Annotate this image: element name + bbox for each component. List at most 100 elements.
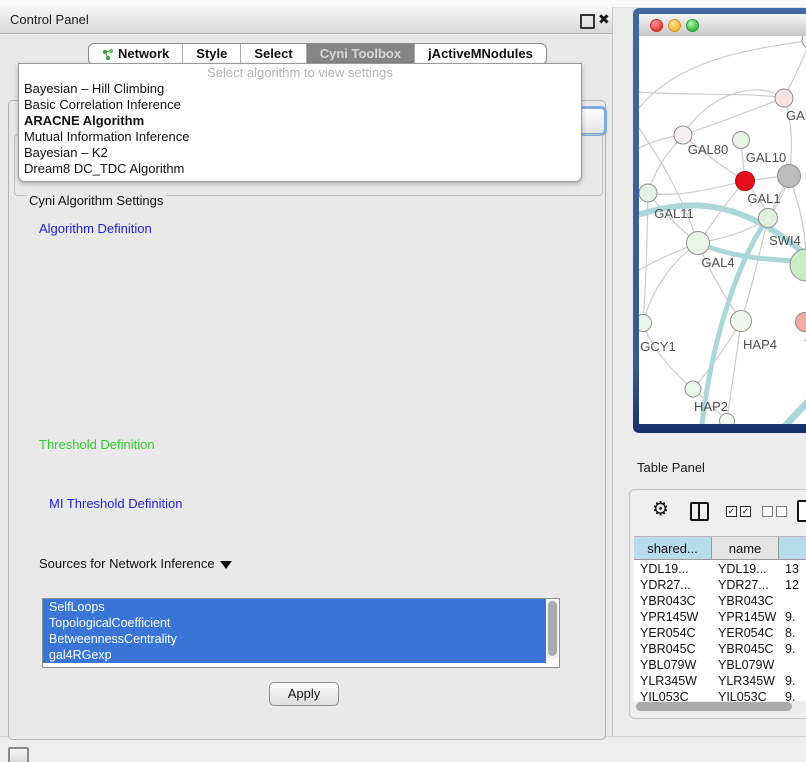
- split-columns-icon[interactable]: [690, 502, 709, 521]
- network-node-hap4[interactable]: [731, 311, 752, 332]
- table-cell: YLR345W: [718, 673, 779, 689]
- network-node-y[interactable]: [796, 313, 806, 332]
- table-row[interactable]: YPR145WYPR145W9.: [634, 609, 806, 625]
- algorithm-option-aracne-algorithm[interactable]: ARACNE Algorithm: [19, 113, 581, 129]
- control-panel-window: Control Panel ✖ NetworkStyleSelectCyni T…: [0, 7, 613, 736]
- tab-label: Style: [196, 44, 227, 64]
- tab-style[interactable]: Style: [182, 44, 240, 64]
- minimized-panel-icon[interactable]: [8, 747, 29, 762]
- network-node[interactable]: [720, 414, 735, 425]
- table-row[interactable]: YDL19...YDL19...13: [634, 561, 806, 577]
- minimize-traffic-light-icon[interactable]: [668, 19, 681, 32]
- checked-checkbox-icon[interactable]: ✓: [726, 506, 737, 517]
- algorithm-option-bayesian-hill-climbing[interactable]: Bayesian – Hill Climbing: [19, 81, 581, 97]
- tab-jactivemnodules[interactable]: jActiveMNodules: [414, 44, 546, 64]
- network-node-gcy1[interactable]: [639, 315, 652, 332]
- network-node-gal4[interactable]: [687, 232, 710, 255]
- unchecked-checkbox-icon[interactable]: [762, 506, 773, 517]
- attribute-item-topologicalcoefficient[interactable]: TopologicalCoefficient: [43, 615, 546, 631]
- network-edge[interactable]: [779, 396, 806, 424]
- table-row[interactable]: YDR27...YDR27...12: [634, 577, 806, 593]
- table-cell: YBR045C: [718, 641, 779, 657]
- node-table[interactable]: shared...nameYDL19...YDL19...13YDR27...Y…: [634, 536, 806, 701]
- data-attributes-list[interactable]: SelfLoopsTopologicalCoefficientBetweenne…: [42, 598, 560, 668]
- tab-label: jActiveMNodules: [428, 44, 533, 64]
- network-node-swi4[interactable]: [759, 209, 778, 228]
- collapse-arrow-icon: [220, 561, 232, 569]
- table-cell: YBR043C: [640, 593, 712, 609]
- table-row[interactable]: YBR043CYBR043C: [634, 593, 806, 609]
- table-row[interactable]: YBL079WYBL079W: [634, 657, 806, 673]
- table-row[interactable]: YBR045CYBR045C9.: [634, 641, 806, 657]
- column-header-name[interactable]: name: [712, 537, 779, 560]
- network-node[interactable]: [790, 249, 806, 281]
- threshold-definition-title: Threshold Definition: [36, 437, 158, 452]
- node-label-hap4: HAP4: [743, 337, 777, 352]
- node-label-gal1: GAL1: [747, 191, 780, 206]
- sources-group-toggle[interactable]: Sources for Network Inference: [36, 556, 235, 571]
- network-edge[interactable]: [648, 135, 683, 193]
- network-node[interactable]: [802, 36, 806, 48]
- table-cell: YPR145W: [718, 609, 779, 625]
- tab-label: Select: [254, 44, 292, 64]
- algorithm-option-dream8-dc-tdc-algorithm[interactable]: Dream8 DC_TDC Algorithm: [19, 161, 581, 177]
- zoom-traffic-light-icon[interactable]: [686, 19, 699, 32]
- network-node-gal11[interactable]: [639, 184, 657, 202]
- table-cell: 8.: [785, 625, 806, 641]
- network-window-titlebar[interactable]: [639, 14, 806, 37]
- table-cell: YDL19...: [640, 561, 712, 577]
- tab-label: Network: [118, 44, 169, 64]
- algorithm-option-bayesian-k2[interactable]: Bayesian – K2: [19, 145, 581, 161]
- table-panel-title: Table Panel: [637, 460, 705, 475]
- table-row[interactable]: YER054CYER054C8.: [634, 625, 806, 641]
- tab-cyni-toolbox[interactable]: Cyni Toolbox: [306, 44, 414, 64]
- network-edge[interactable]: [639, 92, 784, 98]
- attribute-item-selfloops[interactable]: SelfLoops: [43, 599, 546, 615]
- attributes-scrollbar[interactable]: [547, 600, 558, 660]
- sources-group-title: Sources for Network Inference: [39, 556, 215, 571]
- table-cell: 9.: [785, 689, 806, 701]
- mi-threshold-group-title: MI Threshold Definition: [46, 496, 185, 511]
- network-edge[interactable]: [683, 98, 784, 135]
- attribute-item-gal4rgexp[interactable]: gal4RGexp: [43, 647, 546, 663]
- apply-button[interactable]: Apply: [269, 682, 339, 706]
- network-node-gal[interactable]: [775, 89, 793, 107]
- network-node-gal1[interactable]: [736, 172, 755, 191]
- table-cell: YBL079W: [718, 657, 779, 673]
- algorithm-option-basic-correlation-inference[interactable]: Basic Correlation Inference: [19, 97, 581, 113]
- table-cell: YER054C: [640, 625, 712, 641]
- network-edge[interactable]: [643, 323, 693, 389]
- network-canvas[interactable]: GALGAL80GAL10GAL1GAL11SWI4GAL4GCY1HAP4YH…: [639, 36, 806, 424]
- node-label-hap2: HAP2: [694, 399, 728, 414]
- tab-select[interactable]: Select: [240, 44, 305, 64]
- table-horizontal-scrollbar[interactable]: [634, 701, 806, 713]
- tab-network[interactable]: Network: [89, 44, 182, 64]
- network-node-gal10[interactable]: [733, 132, 750, 149]
- gear-icon[interactable]: ⚙: [652, 499, 669, 521]
- attribute-item-betweennesscentrality[interactable]: BetweennessCentrality: [43, 631, 546, 647]
- checked-checkbox-icon[interactable]: ✓: [740, 506, 751, 517]
- table-cell: YBR045C: [640, 641, 712, 657]
- screen: Control Panel ✖ NetworkStyleSelectCyni T…: [0, 0, 806, 762]
- network-window: GALGAL80GAL10GAL1GAL11SWI4GAL4GCY1HAP4YH…: [633, 8, 806, 433]
- table-row[interactable]: YLR345WYLR345W9.: [634, 673, 806, 689]
- network-node-hap2[interactable]: [685, 381, 701, 397]
- column-header-shared[interactable]: shared...: [634, 537, 712, 560]
- table-cell: YDR27...: [718, 577, 779, 593]
- table-cell: YDL19...: [718, 561, 779, 577]
- column-header-cut[interactable]: [779, 537, 806, 560]
- algorithm-option-mutual-information-inference[interactable]: Mutual Information Inference: [19, 129, 581, 145]
- unchecked-checkbox-icon[interactable]: [776, 506, 787, 517]
- table-row[interactable]: YIL053CYIL053C9.: [634, 689, 806, 701]
- network-node[interactable]: [778, 165, 801, 188]
- document-icon[interactable]: [797, 500, 806, 522]
- network-edge[interactable]: [741, 218, 768, 321]
- close-icon[interactable]: ✖: [598, 11, 610, 28]
- table-panel: ⚙ ✓ ✓ shared...nameYDL19...YDL19...13YDR…: [629, 489, 806, 719]
- float-window-icon[interactable]: [580, 14, 595, 29]
- close-traffic-light-icon[interactable]: [650, 19, 663, 32]
- network-edge[interactable]: [693, 321, 741, 389]
- network-edge[interactable]: [648, 181, 745, 194]
- tab-label: Cyni Toolbox: [320, 44, 401, 64]
- network-edge[interactable]: [727, 321, 741, 421]
